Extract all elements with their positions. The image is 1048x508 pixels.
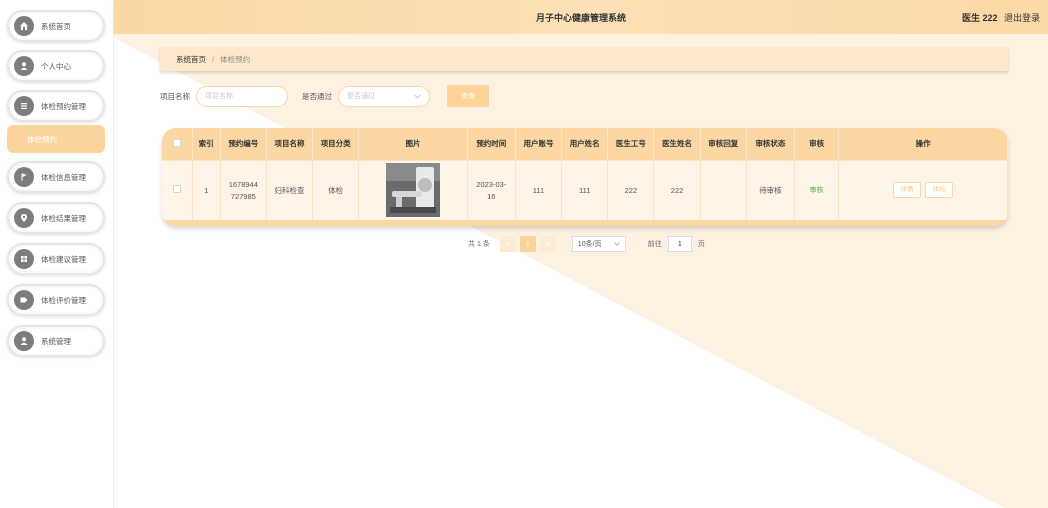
pass-status-label: 是否通过 [302, 91, 332, 101]
column-header: 项目名称 [266, 128, 314, 160]
category-cell: 体检 [312, 159, 360, 220]
pass-status-select[interactable]: 是否通过 [338, 85, 430, 107]
column-header: 索引 [192, 128, 221, 160]
review-cell: 审核 [794, 159, 840, 220]
page-size-select[interactable]: 10条/页 [571, 236, 626, 252]
booking-table: 索引 预约编号 项目名称 项目分类 图片 预约时间 用户账号 用户姓名 医生工号… [162, 128, 1008, 226]
header-user-area: 医生 222 退出登录 [962, 11, 1040, 24]
sidebar-item-review[interactable]: 体检评价管理 [7, 284, 105, 316]
sidebar-subitem-label: 体检预约 [27, 134, 57, 144]
status-cell: 待审核 [746, 159, 796, 220]
sidebar-item-label: 体检预约管理 [41, 101, 86, 111]
top-header: 月子中心健康管理系统 医生 222 退出登录 [114, 0, 1048, 34]
app-title: 月子中心健康管理系统 [535, 13, 626, 23]
booking-no-line1: 1678944 [228, 179, 258, 189]
user-icon [14, 331, 34, 351]
equipment-photo[interactable] [386, 163, 440, 218]
column-header: 用户账号 [515, 128, 563, 160]
search-bar: 项目名称 项目名称 是否通过 是否通过 [160, 85, 430, 107]
chevron-down-icon [414, 93, 421, 99]
search-button[interactable]: 查询 [447, 85, 489, 107]
sidebar-item-booking[interactable]: 体检预约管理 [7, 90, 105, 122]
checkup-button[interactable]: 体检 [925, 182, 954, 199]
column-header: 项目分类 [312, 128, 360, 160]
home-icon [14, 16, 34, 36]
user-name: 医生 222 [961, 13, 998, 23]
goto-page-input[interactable]: 1 [667, 236, 692, 252]
booking-time-line2: 16 [487, 191, 496, 201]
operations-cell: 详情 体检 [838, 159, 1008, 220]
sidebar-item-label: 个人中心 [41, 61, 71, 71]
user-icon [14, 56, 34, 76]
breadcrumb-home[interactable]: 系统首页 [176, 54, 206, 65]
location-icon [14, 208, 34, 228]
detail-button[interactable]: 详情 [893, 182, 922, 199]
sidebar-item-label: 系统首页 [41, 21, 71, 31]
select-all-checkbox-cell [162, 128, 193, 160]
sidebar-item-advice[interactable]: 体检建议管理 [7, 243, 105, 275]
sidebar-item-label: 体检信息管理 [41, 172, 86, 182]
table-header-row: 索引 预约编号 项目名称 项目分类 图片 预约时间 用户账号 用户姓名 医生工号… [162, 128, 1008, 160]
project-name-label: 项目名称 [160, 91, 190, 101]
sidebar-item-label: 体检结果管理 [41, 213, 86, 223]
doctor-id-cell: 222 [607, 159, 655, 220]
logout-link[interactable]: 退出登录 [1004, 13, 1040, 23]
review-link[interactable]: 审核 [810, 187, 824, 194]
user-name-cell: 111 [561, 159, 609, 220]
column-header: 操作 [838, 128, 1008, 160]
pass-status-placeholder: 是否通过 [347, 93, 375, 100]
row-checkbox[interactable] [172, 185, 181, 194]
pagination: 共 1 条 < 1 > 10条/页 前往 1 页 [468, 236, 705, 252]
booking-no-cell: 1678944 727985 [220, 159, 267, 220]
sidebar-item-home[interactable]: 系统首页 [7, 10, 105, 42]
next-page-button[interactable]: > [539, 236, 556, 252]
sidebar-item-info[interactable]: 体检信息管理 [7, 161, 105, 193]
table-row: 1 1678944 727985 妇科检查 体检 2023-03- 16 111… [162, 159, 1008, 220]
booking-time-line1: 2023-03- [476, 179, 507, 189]
sidebar-item-system[interactable]: 系统管理 [7, 325, 105, 357]
page-number[interactable]: 1 [519, 236, 536, 252]
booking-time-cell: 2023-03- 16 [467, 159, 516, 220]
breadcrumb: 系统首页 / 体检预约 [160, 47, 1008, 71]
column-header: 审核回复 [700, 128, 747, 160]
sidebar-subitem-booking[interactable]: 体检预约 [7, 125, 105, 153]
goto-label: 前往 [647, 241, 662, 248]
select-all-checkbox[interactable] [172, 138, 181, 147]
row-checkbox-cell [162, 159, 193, 220]
breadcrumb-separator: / [212, 54, 215, 64]
column-header: 医生姓名 [653, 128, 701, 160]
column-header: 用户姓名 [561, 128, 609, 160]
page-size-value: 10条/页 [577, 241, 602, 248]
column-header: 图片 [358, 128, 468, 160]
sidebar: 系统首页 个人中心 体检预约管理 体检预约 体检信息管理 体检结果管理 体检建议… [0, 0, 114, 508]
column-header: 预约编号 [220, 128, 267, 160]
sidebar-item-label: 体检建议管理 [41, 254, 86, 264]
total-count: 共 1 条 [468, 241, 490, 248]
column-header: 预约时间 [467, 128, 516, 160]
project-name-input[interactable]: 项目名称 [196, 85, 288, 107]
reply-cell [700, 159, 747, 220]
flag-icon [14, 167, 34, 187]
project-name-cell: 妇科检查 [266, 159, 314, 220]
image-cell [358, 159, 468, 220]
column-header: 医生工号 [607, 128, 655, 160]
sidebar-item-label: 系统管理 [41, 336, 71, 346]
list-icon [14, 96, 34, 116]
grid-icon [14, 249, 34, 269]
column-header: 审核 [794, 128, 840, 160]
tag-icon [14, 290, 34, 310]
user-account-cell: 111 [515, 159, 563, 220]
sidebar-item-profile[interactable]: 个人中心 [7, 50, 105, 82]
index-cell: 1 [192, 159, 221, 220]
goto-suffix: 页 [697, 241, 705, 248]
sidebar-item-result[interactable]: 体检结果管理 [7, 202, 105, 234]
column-header: 审核状态 [746, 128, 796, 160]
breadcrumb-current: 体检预约 [220, 54, 251, 64]
prev-page-button[interactable]: < [499, 236, 516, 252]
chevron-down-icon [613, 242, 620, 246]
project-name-placeholder: 项目名称 [205, 93, 233, 100]
doctor-name-cell: 222 [653, 159, 701, 220]
sidebar-item-label: 体检评价管理 [41, 295, 86, 305]
booking-no-line2: 727985 [230, 191, 256, 201]
